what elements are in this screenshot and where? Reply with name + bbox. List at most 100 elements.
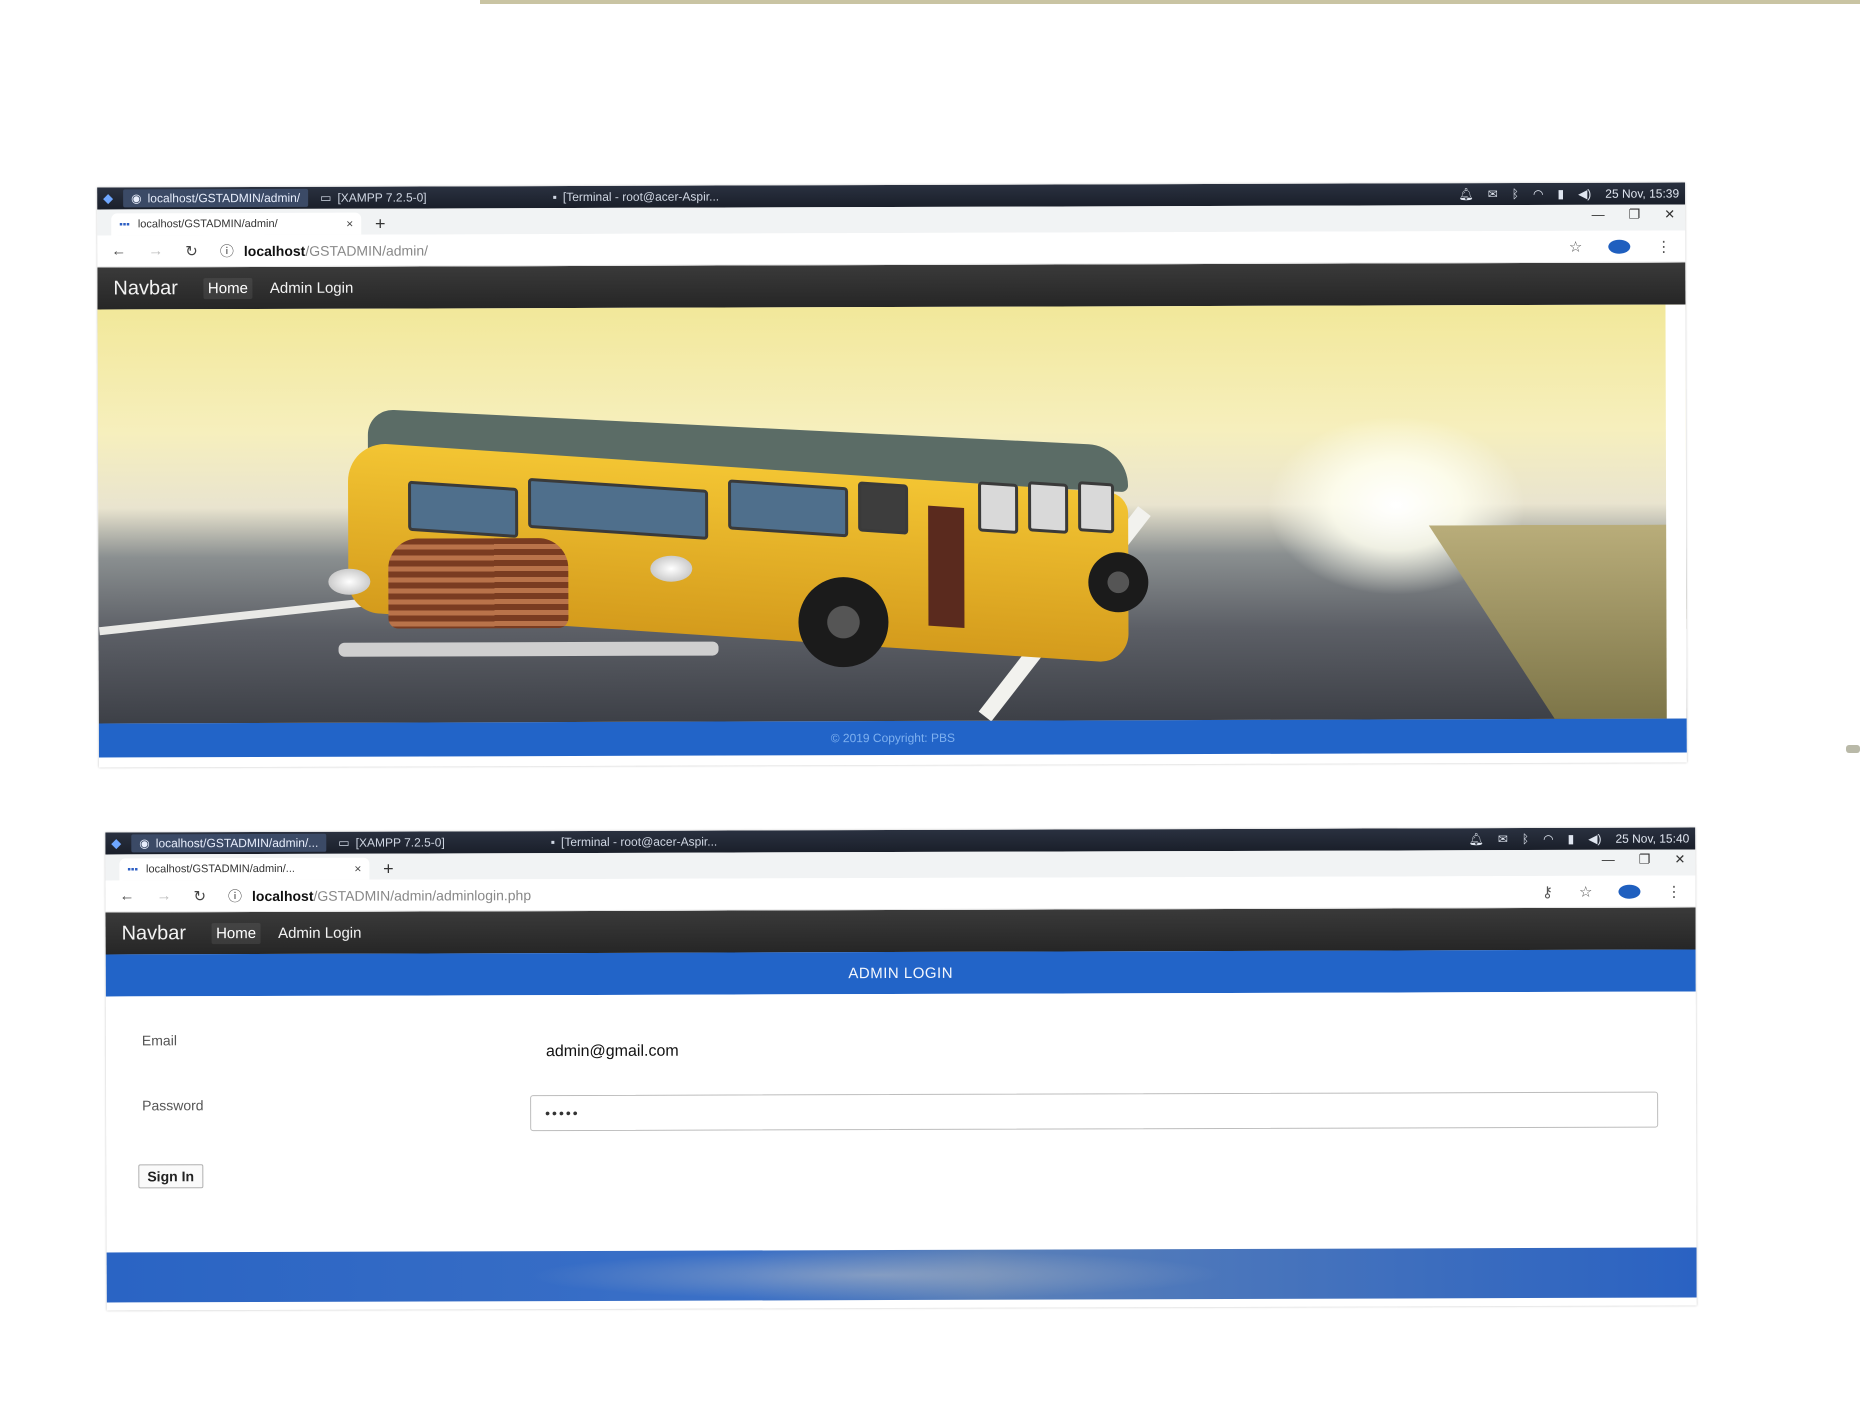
- site-navbar: Navbar Home Admin Login: [97, 262, 1686, 310]
- taskbar-task-terminal[interactable]: ▪ [Terminal - root@acer-Aspir...: [543, 833, 726, 852]
- browser-toolbar: ← → ↻ ⓘ localhost/GSTADMIN/admin/ ☆ ⋮: [97, 230, 1686, 268]
- taskbar-task-terminal[interactable]: ▪ [Terminal - root@acer-Aspir...: [545, 188, 728, 207]
- nav-link-admin-login[interactable]: Admin Login: [278, 924, 361, 941]
- bookmark-star-icon[interactable]: ☆: [1569, 238, 1583, 256]
- bus-door: [928, 505, 965, 629]
- bus-bumper: [338, 641, 719, 657]
- volume-icon[interactable]: ◀): [1578, 187, 1591, 201]
- reload-icon[interactable]: ↻: [193, 887, 206, 905]
- toolbar-right-icons: ⚷ ☆ ⋮: [1542, 876, 1682, 908]
- volume-icon[interactable]: ◀): [1588, 832, 1601, 846]
- copyright-text: © 2019 Copyright: PBS: [830, 730, 955, 746]
- chrome-icon: ◉: [139, 836, 150, 851]
- terminal-icon: ▪: [550, 835, 556, 850]
- nav-link-admin-login[interactable]: Admin Login: [270, 279, 353, 296]
- new-tab-button[interactable]: +: [367, 213, 393, 235]
- minimize-icon[interactable]: —: [1592, 207, 1605, 223]
- window-controls: — ❐ ✕: [1602, 852, 1686, 868]
- taskbar-task-xampp[interactable]: ▭ [XAMPP 7.2.5-0]: [312, 188, 435, 206]
- chrome-icon: ◉: [131, 191, 142, 206]
- battery-icon[interactable]: ▮: [1568, 832, 1575, 846]
- bus-window: [408, 480, 519, 539]
- back-icon[interactable]: ←: [111, 242, 126, 259]
- taskbar-task-browser[interactable]: ◉ localhost/GSTADMIN/admin/: [123, 188, 309, 208]
- bell-icon[interactable]: 🔔︎: [1469, 832, 1484, 846]
- restore-icon[interactable]: ❐: [1629, 207, 1641, 223]
- screenshot-home-page: ◆ ◉ localhost/GSTADMIN/admin/ ▭ [XAMPP 7.2…: [97, 182, 1687, 768]
- bus-wheel: [798, 577, 889, 668]
- back-icon[interactable]: ←: [119, 887, 134, 904]
- menu-kebab-icon[interactable]: ⋮: [1656, 238, 1671, 256]
- bookmark-star-icon[interactable]: ☆: [1579, 883, 1593, 901]
- stray-mark: [1846, 745, 1860, 753]
- tab-close-icon[interactable]: ×: [346, 217, 353, 231]
- forward-icon[interactable]: →: [148, 242, 163, 259]
- admin-login-title: ADMIN LOGIN: [848, 964, 954, 982]
- start-menu-icon[interactable]: ◆: [97, 187, 119, 209]
- bus-window: [858, 481, 909, 535]
- tab-close-icon[interactable]: ×: [354, 862, 361, 876]
- sign-in-button[interactable]: Sign In: [138, 1164, 204, 1189]
- site-footer: [106, 1247, 1697, 1303]
- key-icon[interactable]: ⚷: [1542, 883, 1553, 901]
- wifi-icon[interactable]: ◠: [1543, 832, 1554, 846]
- battery-icon[interactable]: ▮: [1557, 187, 1564, 201]
- email-label: Email: [141, 1032, 177, 1049]
- taskbar-task-browser[interactable]: ◉ localhost/GSTADMIN/admin/...: [131, 833, 327, 853]
- minimize-icon[interactable]: —: [1602, 852, 1615, 868]
- navbar-brand[interactable]: Navbar: [122, 922, 187, 945]
- clock[interactable]: 25 Nov, 15:39: [1605, 187, 1679, 201]
- bluetooth-icon[interactable]: ᛒ: [1522, 832, 1529, 846]
- tab-title: localhost/GSTADMIN/admin/: [137, 217, 278, 231]
- site-navbar: Navbar Home Admin Login: [105, 907, 1696, 955]
- bus-headlamp: [328, 568, 371, 595]
- address-bar[interactable]: ⓘ localhost/GSTADMIN/admin/adminlogin.ph…: [228, 885, 531, 906]
- clock[interactable]: 25 Nov, 15:40: [1615, 832, 1689, 846]
- admin-login-header: ADMIN LOGIN: [105, 949, 1696, 997]
- bus-window: [1078, 481, 1115, 534]
- bus-wheel: [1088, 552, 1149, 613]
- site-footer: © 2019 Copyright: PBS: [98, 718, 1687, 758]
- window-icon: ▭: [338, 835, 350, 850]
- bus-grille: [388, 538, 569, 629]
- top-edge-stripe: [480, 0, 1860, 4]
- window-icon: ▭: [320, 190, 332, 205]
- browser-tab[interactable]: ▪▪▪ localhost/GSTADMIN/admin/... ×: [119, 857, 370, 881]
- new-tab-button[interactable]: +: [375, 858, 401, 880]
- wifi-icon[interactable]: ◠: [1533, 187, 1544, 201]
- address-bar[interactable]: ⓘ localhost/GSTADMIN/admin/: [220, 240, 428, 261]
- system-tray: 🔔︎ ✉ ᛒ ◠ ▮ ◀) 25 Nov, 15:39: [1458, 183, 1679, 206]
- bell-icon[interactable]: 🔔︎: [1458, 187, 1473, 201]
- close-window-icon[interactable]: ✕: [1674, 852, 1685, 868]
- browser-tab[interactable]: ▪▪▪ localhost/GSTADMIN/admin/ ×: [111, 212, 362, 236]
- mail-icon[interactable]: ✉: [1498, 832, 1508, 846]
- tab-title: localhost/GSTADMIN/admin/...: [145, 862, 295, 876]
- browser-toolbar: ← → ↻ ⓘ localhost/GSTADMIN/admin/adminlo…: [105, 875, 1696, 913]
- menu-kebab-icon[interactable]: ⋮: [1666, 883, 1681, 901]
- system-tray: 🔔︎ ✉ ᛒ ◠ ▮ ◀) 25 Nov, 15:40: [1469, 828, 1690, 851]
- email-field[interactable]: admin@gmail.com: [546, 1043, 679, 1061]
- navbar-brand[interactable]: Navbar: [113, 277, 178, 300]
- nav-link-home[interactable]: Home: [203, 277, 252, 299]
- bus-window: [978, 481, 1019, 535]
- password-field[interactable]: •••••: [530, 1091, 1659, 1132]
- forward-icon[interactable]: →: [156, 887, 171, 904]
- url-path: /GSTADMIN/admin/: [305, 241, 429, 259]
- url-path: /GSTADMIN/admin/adminlogin.php: [313, 886, 532, 904]
- profile-avatar-icon[interactable]: [1618, 884, 1641, 899]
- info-icon: ⓘ: [228, 887, 243, 904]
- restore-icon[interactable]: ❐: [1639, 852, 1651, 868]
- bus-headlamp: [650, 555, 693, 582]
- start-menu-icon[interactable]: ◆: [105, 832, 127, 854]
- reload-icon[interactable]: ↻: [185, 242, 198, 260]
- profile-avatar-icon[interactable]: [1608, 239, 1631, 254]
- toolbar-right-icons: ☆ ⋮: [1569, 231, 1672, 263]
- tab-favicon-icon: ▪▪▪: [127, 863, 139, 875]
- close-window-icon[interactable]: ✕: [1664, 207, 1675, 223]
- nav-link-home[interactable]: Home: [212, 922, 261, 944]
- footer-texture: [526, 1248, 1227, 1302]
- mail-icon[interactable]: ✉: [1488, 187, 1498, 201]
- bus-window: [1028, 481, 1069, 534]
- bluetooth-icon[interactable]: ᛒ: [1512, 187, 1519, 201]
- taskbar-task-xampp[interactable]: ▭ [XAMPP 7.2.5-0]: [330, 833, 453, 851]
